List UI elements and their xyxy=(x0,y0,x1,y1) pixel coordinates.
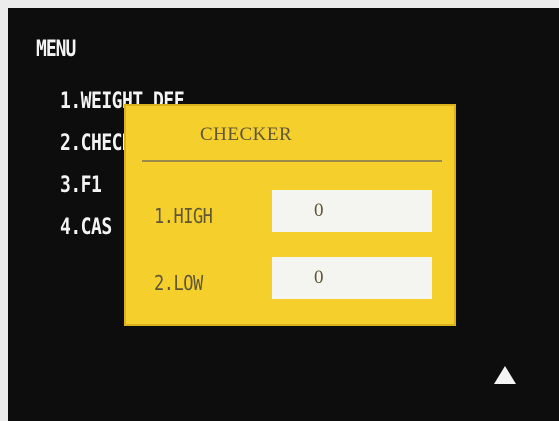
dialog-title: CHECKER xyxy=(200,124,293,145)
device-frame: MENU 1.WEIGHT DEF 2.CHECKER 3.F1 4.CAS C… xyxy=(0,0,559,421)
checker-dialog: CHECKER 1.HIGH 0 2.LOW 0 xyxy=(124,104,456,326)
triangle-up-icon[interactable] xyxy=(494,366,516,384)
high-label: 1.HIGH xyxy=(154,205,213,229)
lcd-screen: MENU 1.WEIGHT DEF 2.CHECKER 3.F1 4.CAS C… xyxy=(8,8,559,421)
menu-title: MENU xyxy=(36,36,76,63)
dialog-divider xyxy=(142,160,442,162)
low-value-field[interactable]: 0 xyxy=(272,257,432,299)
high-value-field[interactable]: 0 xyxy=(272,190,432,232)
low-label: 2.LOW xyxy=(154,272,203,296)
